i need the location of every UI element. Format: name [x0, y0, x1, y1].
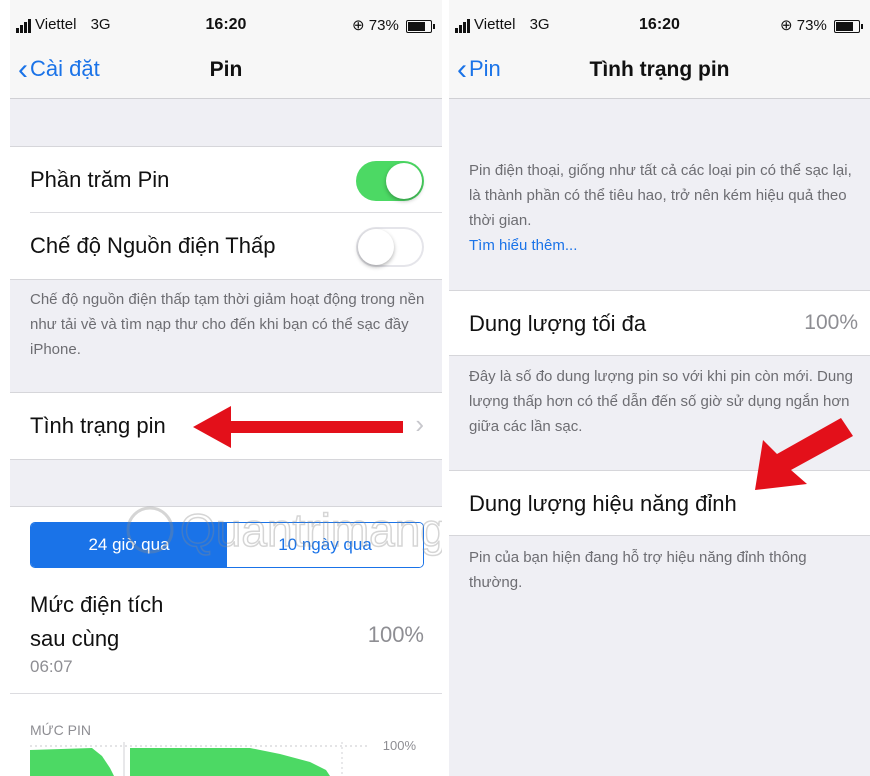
battery-options-group: Phần trăm Pin Chế độ Nguồn điện Thấp [10, 146, 442, 280]
red-arrow-icon [755, 418, 853, 490]
tab-10-days[interactable]: 10 ngày qua [227, 523, 423, 567]
low-power-mode-description: Chế độ nguồn điện thấp tạm thời giảm hoạ… [30, 291, 425, 358]
battery-level-axis-label: 100% [382, 738, 416, 753]
battery-level-chart [30, 742, 370, 776]
battery-health-label: Tình trạng pin [30, 413, 166, 438]
max-capacity-row: Dung lượng tối đa 100% [449, 291, 870, 355]
rotation-lock-icon: ⊕ [352, 17, 365, 34]
peak-performance-description: Pin của bạn hiện đang hỗ trợ hiệu năng đ… [469, 549, 807, 591]
last-charge-label: Mức điện tích sau cùng [30, 592, 164, 651]
battery-intro: Pin điện thoại, giống như tất cả các loạ… [469, 158, 859, 258]
tab-24-hours[interactable]: 24 giờ qua [31, 523, 227, 567]
battery-level-segment [30, 748, 114, 776]
battery-percentage-row: Phần trăm Pin [10, 147, 442, 213]
navigation-bar: ‹Pin Tình trạng pin [449, 44, 870, 99]
chevron-right-icon: › [415, 409, 424, 439]
last-charge-value: 100% [367, 622, 424, 647]
page-title: Pin [209, 58, 243, 81]
usage-period-segmented-control: 24 giờ qua 10 ngày qua [30, 522, 424, 568]
battery-icon [834, 19, 863, 33]
battery-percent: 73% [368, 17, 399, 34]
battery-level-header: MỨC PIN [30, 722, 91, 738]
max-capacity-group: Dung lượng tối đa 100% [449, 290, 870, 356]
page-title: Tình trạng pin [589, 58, 730, 81]
battery-settings-screen: Viettel 3G 16:20 ⊕ 73% ‹Cài đặt Pin Phần… [10, 0, 442, 776]
battery-health-screen: Viettel 3G 16:20 ⊕ 73% ‹Pin Tình trạng p… [449, 0, 870, 776]
status-bar: Viettel 3G 16:20 ⊕ 73% [10, 0, 442, 44]
battery-percentage-label: Phần trăm Pin [30, 167, 170, 192]
max-capacity-value: 100% [804, 311, 858, 334]
max-capacity-label: Dung lượng tối đa [469, 311, 647, 336]
battery-icon [406, 19, 435, 33]
low-power-mode-label: Chế độ Nguồn điện Thấp [30, 233, 276, 258]
peak-performance-label: Dung lượng hiệu năng đỉnh [469, 491, 737, 516]
status-bar: Viettel 3G 16:20 ⊕ 73% [449, 0, 870, 44]
battery-percent: 73% [796, 17, 827, 34]
battery-percentage-toggle[interactable] [356, 161, 424, 201]
low-power-mode-toggle[interactable] [356, 227, 424, 267]
screen-divider [442, 0, 449, 776]
last-charge-time: 06:07 [30, 657, 73, 676]
learn-more-link[interactable]: Tìm hiểu thêm... [469, 233, 859, 258]
navigation-bar: ‹Cài đặt Pin [10, 44, 442, 99]
red-arrow-icon [193, 406, 403, 448]
battery-level-segment [130, 748, 330, 776]
low-power-mode-row: Chế độ Nguồn điện Thấp [10, 213, 442, 279]
rotation-lock-icon: ⊕ [780, 17, 793, 34]
